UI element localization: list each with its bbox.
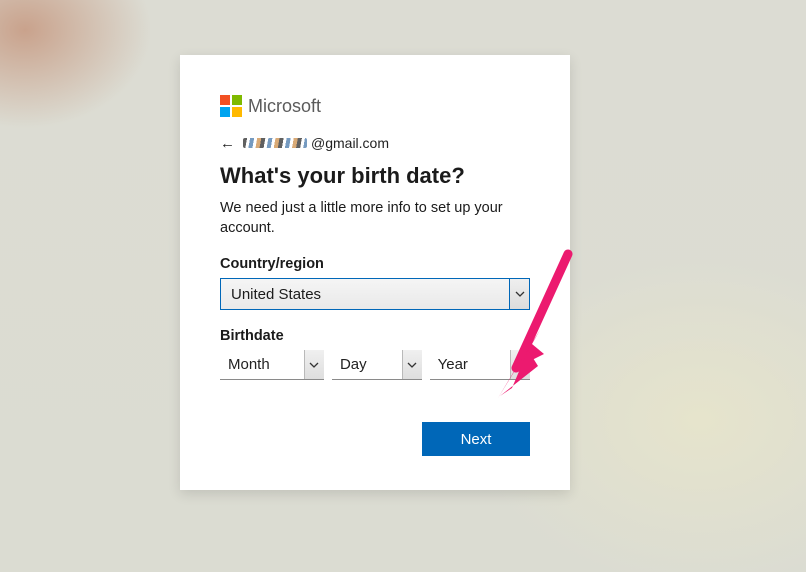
- email-suffix: @gmail.com: [311, 135, 389, 151]
- country-label: Country/region: [220, 256, 530, 272]
- month-placeholder: Month: [220, 350, 304, 379]
- day-select[interactable]: Day: [332, 350, 422, 380]
- day-placeholder: Day: [332, 350, 402, 379]
- chevron-down-icon: [304, 350, 324, 379]
- birthdate-field: Birthdate Month Day Year: [220, 328, 530, 380]
- page-title: What's your birth date?: [220, 163, 530, 189]
- signup-card: Microsoft ← @gmail.com What's your birth…: [180, 55, 570, 490]
- country-select[interactable]: United States: [220, 278, 530, 310]
- chevron-down-icon: [510, 350, 530, 379]
- chevron-down-icon: [509, 279, 529, 309]
- next-button[interactable]: Next: [422, 422, 530, 456]
- redaction-mask: [243, 138, 307, 148]
- birthdate-label: Birthdate: [220, 328, 530, 344]
- microsoft-logo-icon: [220, 95, 242, 117]
- brand-name: Microsoft: [248, 96, 321, 117]
- brand-row: Microsoft: [220, 95, 530, 117]
- actions-row: Next: [220, 422, 530, 456]
- chevron-down-icon: [402, 350, 422, 379]
- page-subtext: We need just a little more info to set u…: [220, 199, 530, 238]
- account-identity-row: ← @gmail.com: [220, 135, 530, 151]
- country-field: Country/region United States: [220, 256, 530, 310]
- month-select[interactable]: Month: [220, 350, 324, 380]
- year-select[interactable]: Year: [430, 350, 530, 380]
- country-selected-value: United States: [221, 279, 509, 309]
- account-email: @gmail.com: [243, 135, 389, 151]
- back-arrow-icon[interactable]: ←: [220, 136, 235, 151]
- year-placeholder: Year: [430, 350, 510, 379]
- birthdate-row: Month Day Year: [220, 350, 530, 380]
